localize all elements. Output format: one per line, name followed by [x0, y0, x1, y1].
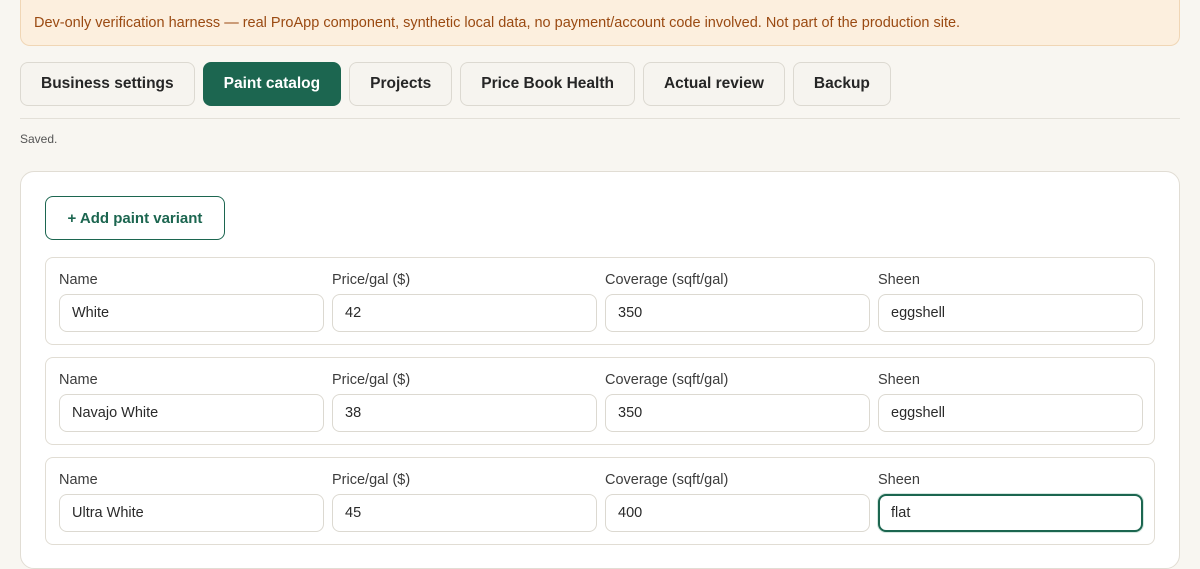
save-status: Saved.: [20, 132, 58, 146]
sheen-field: Sheen: [878, 358, 1143, 446]
price-input[interactable]: [332, 294, 597, 332]
coverage-field: Coverage (sqft/gal): [605, 258, 870, 346]
coverage-label: Coverage (sqft/gal): [605, 272, 729, 288]
name-input[interactable]: [59, 394, 324, 432]
sheen-field: Sheen: [878, 258, 1143, 346]
coverage-field: Coverage (sqft/gal): [605, 358, 870, 446]
name-label: Name: [59, 472, 98, 488]
tab-actual-review[interactable]: Actual review: [642, 62, 785, 106]
paint-catalog-card: + Add paint variant Name Price/gal ($) C…: [20, 171, 1180, 569]
name-input[interactable]: [59, 294, 324, 332]
coverage-input[interactable]: [605, 294, 870, 332]
name-input[interactable]: [59, 494, 324, 532]
tab-projects[interactable]: Projects: [349, 62, 453, 106]
coverage-field: Coverage (sqft/gal): [605, 458, 870, 546]
tab-paint-catalog[interactable]: Paint catalog: [202, 62, 342, 106]
price-label: Price/gal ($): [332, 272, 411, 288]
sheen-input[interactable]: [878, 294, 1143, 332]
price-field: Price/gal ($): [332, 358, 597, 446]
price-label: Price/gal ($): [332, 472, 411, 488]
sheen-label: Sheen: [878, 372, 920, 388]
sheen-input[interactable]: [878, 494, 1143, 532]
paint-variant-row: Name Price/gal ($) Coverage (sqft/gal) S…: [45, 357, 1155, 445]
tab-bar: Business settings Paint catalog Projects…: [20, 62, 891, 106]
tab-backup[interactable]: Backup: [792, 62, 891, 106]
paint-variant-row: Name Price/gal ($) Coverage (sqft/gal) S…: [45, 457, 1155, 545]
name-label: Name: [59, 272, 98, 288]
tab-business-settings[interactable]: Business settings: [20, 62, 195, 106]
tab-divider: [20, 118, 1180, 119]
coverage-label: Coverage (sqft/gal): [605, 472, 729, 488]
coverage-input[interactable]: [605, 394, 870, 432]
price-field: Price/gal ($): [332, 258, 597, 346]
add-paint-variant-button[interactable]: + Add paint variant: [45, 196, 225, 240]
coverage-label: Coverage (sqft/gal): [605, 372, 729, 388]
coverage-input[interactable]: [605, 494, 870, 532]
price-input[interactable]: [332, 394, 597, 432]
name-label: Name: [59, 372, 98, 388]
price-label: Price/gal ($): [332, 372, 411, 388]
dev-notice-banner: Dev-only verification harness — real Pro…: [20, 0, 1180, 46]
sheen-field: Sheen: [878, 458, 1143, 546]
name-field: Name: [59, 258, 324, 346]
tab-price-book-health[interactable]: Price Book Health: [460, 62, 635, 106]
sheen-input[interactable]: [878, 394, 1143, 432]
name-field: Name: [59, 458, 324, 546]
price-input[interactable]: [332, 494, 597, 532]
price-field: Price/gal ($): [332, 458, 597, 546]
name-field: Name: [59, 358, 324, 446]
dev-notice-text: Dev-only verification harness — real Pro…: [34, 14, 961, 31]
sheen-label: Sheen: [878, 272, 920, 288]
paint-variant-row: Name Price/gal ($) Coverage (sqft/gal) S…: [45, 257, 1155, 345]
sheen-label: Sheen: [878, 472, 920, 488]
